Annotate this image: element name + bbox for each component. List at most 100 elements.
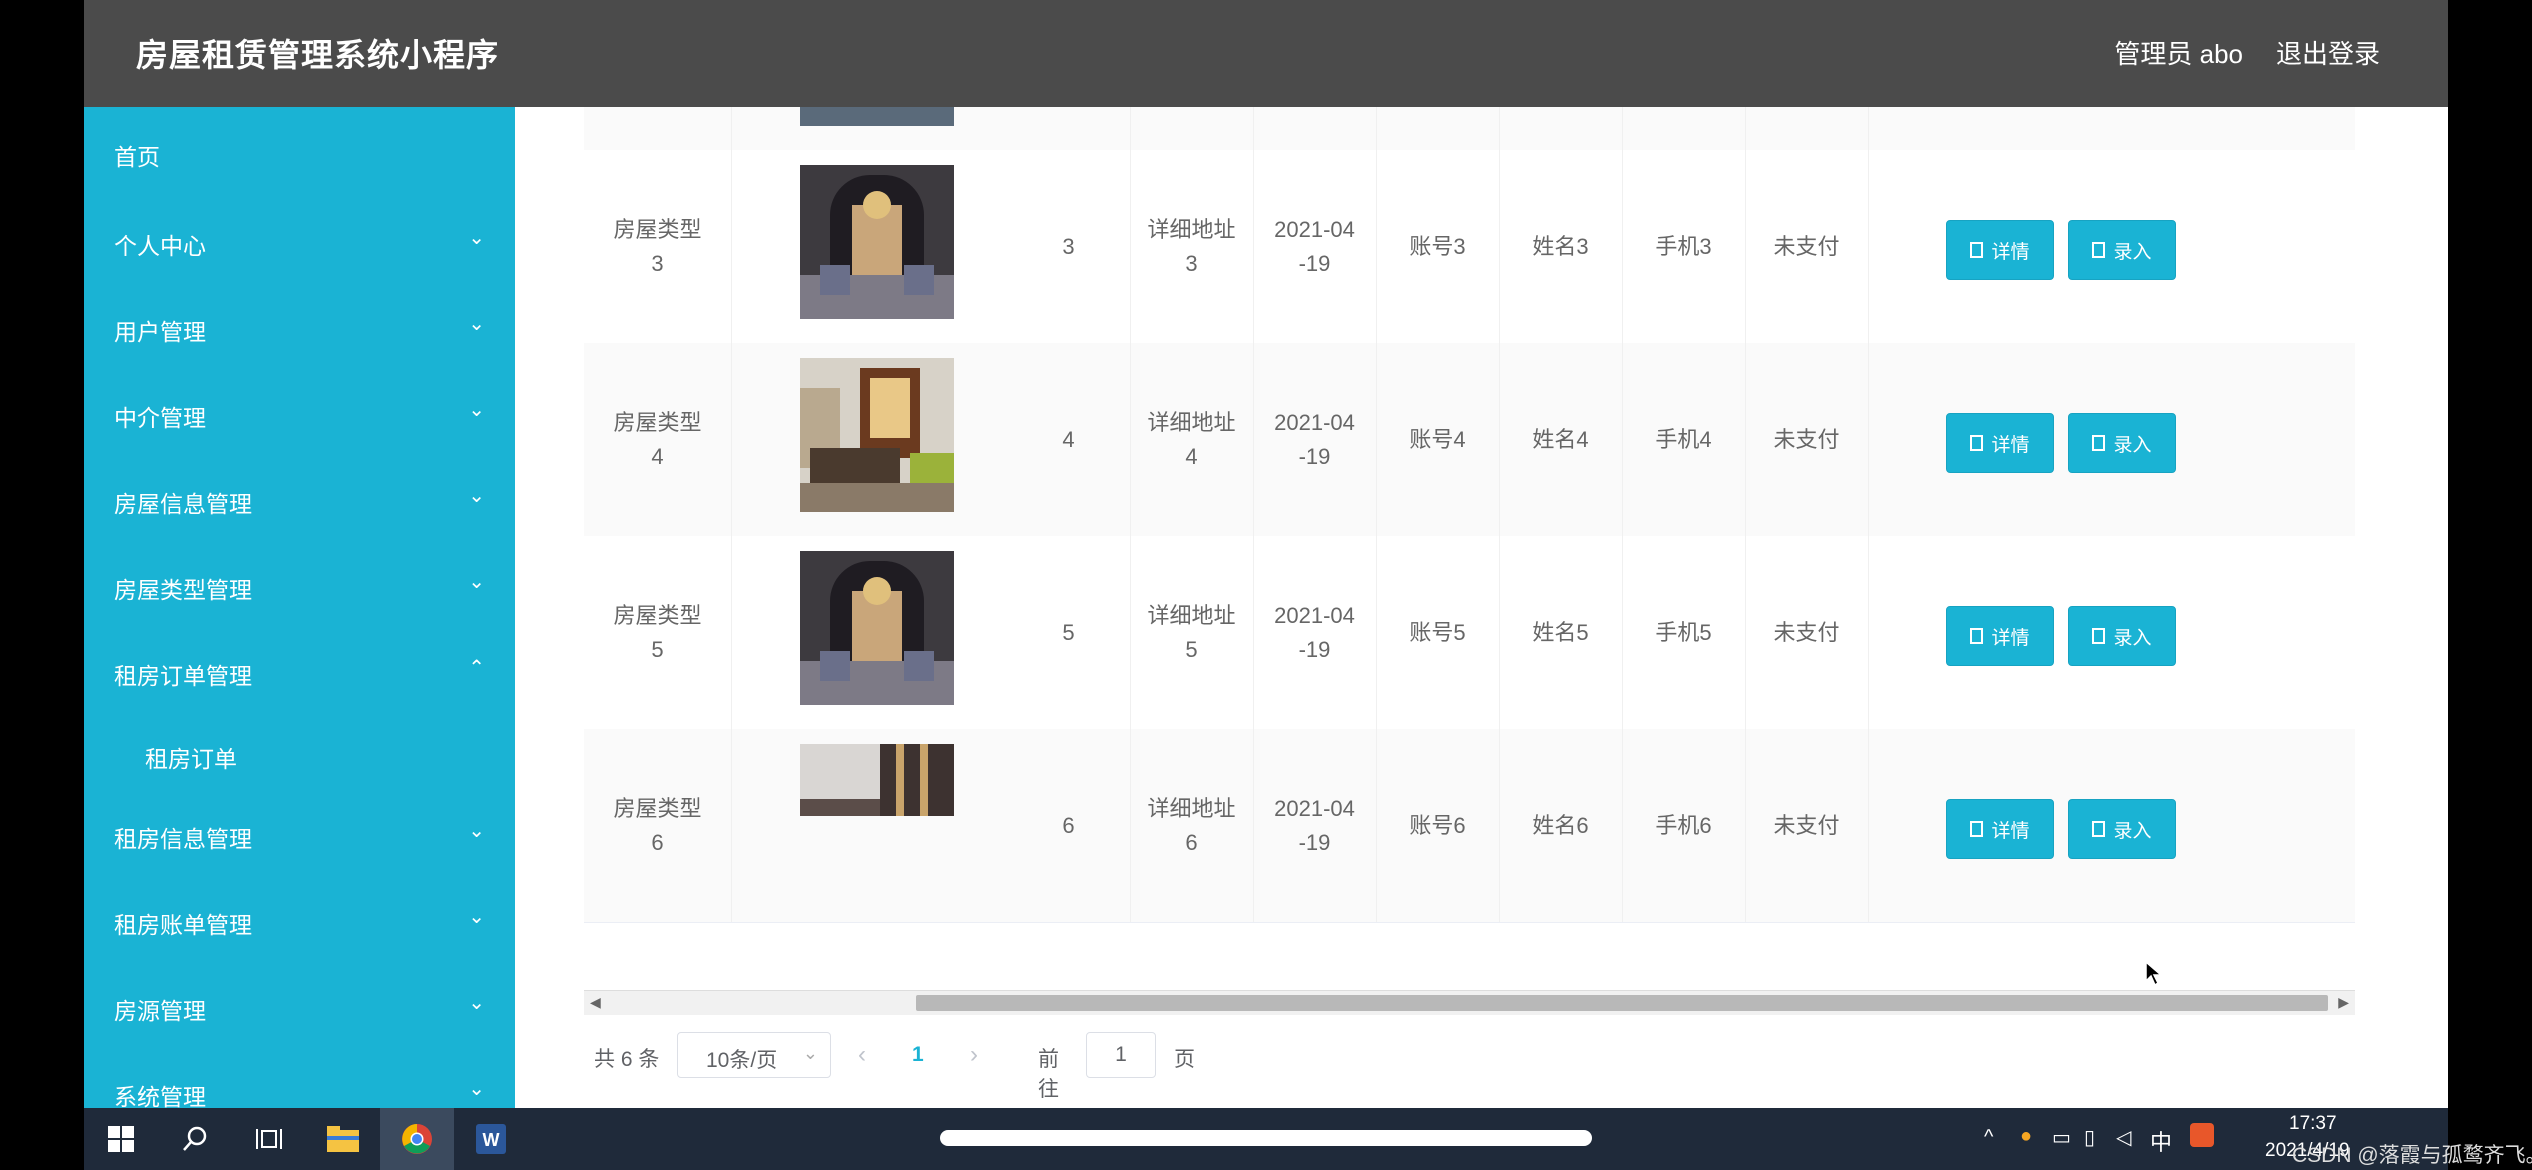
page-number-current[interactable]: 1 [912, 1043, 924, 1067]
volume-icon[interactable]: ◁ [2116, 1125, 2131, 1150]
sidebar-item[interactable]: 租房信息管理 ⌄ [84, 804, 515, 864]
scroll-right-icon[interactable]: ▶ [2338, 994, 2349, 1011]
gesture-bar[interactable] [940, 1130, 1592, 1146]
svg-text:W: W [483, 1130, 500, 1150]
id-cell: 6 [1007, 729, 1131, 922]
folder-icon [327, 1126, 359, 1152]
name-cell: 姓名6 [1499, 729, 1623, 922]
sidebar-item[interactable]: 系统管理 ⌄ [84, 1062, 515, 1108]
document-icon [1970, 435, 1984, 451]
entry-button[interactable]: 录入 [2068, 413, 2176, 473]
prev-page-icon[interactable]: ‹ [858, 1041, 866, 1069]
date-cell: 2021-04 -19 [1253, 343, 1377, 536]
chevron-down-icon: ⌄ [468, 485, 485, 507]
account-cell: 账号4 [1376, 343, 1500, 536]
sidebar-item-label: 租房订单管理 [114, 663, 252, 689]
horizontal-scrollbar[interactable]: ◀ ▶ [584, 990, 2355, 1015]
sidebar-item[interactable]: 房源管理 ⌄ [84, 976, 515, 1036]
word-button[interactable]: W [454, 1108, 528, 1170]
sidebar-item[interactable]: 首页 [84, 122, 515, 182]
watermark: CSDN @落霞与孤鹜齐飞。。 [2292, 1144, 2532, 1167]
sidebar-item-label: 房屋信息管理 [114, 491, 252, 517]
sidebar-item[interactable]: 个人中心 ⌄ [84, 211, 515, 271]
chevron-down-icon: ⌄ [468, 1078, 485, 1100]
app-window: 房屋租赁管理系统小程序 管理员 abo 退出登录 首页个人中心 ⌄ 用户管理 ⌄ 中介管… [84, 0, 2448, 1108]
search-icon [183, 1126, 207, 1151]
app-tray-icon[interactable] [2190, 1123, 2214, 1147]
sidebar-item[interactable]: 房屋类型管理 ⌄ [84, 555, 515, 615]
chrome-button[interactable] [380, 1108, 454, 1170]
top-bar: 房屋租赁管理系统小程序 管理员 abo 退出登录 [84, 0, 2448, 107]
status-cell: 未支付 [1745, 343, 1869, 536]
entry-button[interactable]: 录入 [2068, 606, 2176, 666]
goto-page-input[interactable] [1086, 1032, 1156, 1078]
name-cell: 姓名2 [1499, 107, 1623, 150]
address-cell: 详细地址 6 [1130, 729, 1254, 922]
phone-cell: 手机2 [1622, 107, 1746, 150]
sidebar-item-label: 租房信息管理 [114, 826, 252, 852]
address-cell: 详细地址 4 [1130, 343, 1254, 536]
detail-button[interactable]: 详情 [1946, 220, 2054, 280]
status-cell: 未支付 [1745, 729, 1869, 922]
house-type-cell: 房屋类型 3 [584, 150, 732, 343]
table-row: 房屋类型 4 4 详细地址 4 2021-04 -19 账号4 姓名4 手机4 未支付 详情 录入 [584, 343, 2355, 537]
search-button[interactable] [158, 1108, 232, 1170]
table-row: 房屋类型 3 3 详细地址 3 2021-04 -19 账号3 姓名3 手机3 未支付 详情 录入 [584, 150, 2355, 344]
name-cell: 姓名5 [1499, 536, 1623, 729]
task-view-button[interactable] [232, 1108, 306, 1170]
phone-cell: 手机3 [1622, 150, 1746, 343]
sidebar-item[interactable]: 中介管理 ⌄ [84, 383, 515, 443]
room-photo [800, 107, 954, 126]
logout-link[interactable]: 退出登录 [2276, 34, 2380, 71]
chevron-down-icon: ⌄ [468, 906, 485, 928]
sidebar-item[interactable]: 用户管理 ⌄ [84, 297, 515, 357]
sidebar-item[interactable]: 租房订单管理 ⌃ [84, 641, 515, 701]
id-cell: 4 [1007, 343, 1131, 536]
next-page-icon[interactable]: › [970, 1041, 978, 1069]
document-icon [2092, 821, 2106, 837]
entry-button-label: 录入 [2113, 627, 2152, 649]
detail-button[interactable]: 详情 [1946, 413, 2054, 473]
mouse-cursor-icon [2145, 961, 2163, 987]
main-content: 房屋类型 22详细地址 22021-04 -19账号2姓名2手机2未支付详情录入… [515, 107, 2448, 1108]
address-cell: 详细地址 2 [1130, 107, 1254, 150]
start-button[interactable] [84, 1108, 158, 1170]
file-explorer-button[interactable] [306, 1108, 380, 1170]
network-icon[interactable]: ▯ [2084, 1125, 2095, 1150]
sidebar-item-label: 房源管理 [114, 998, 206, 1024]
sidebar-item[interactable]: 租房订单 [84, 724, 515, 784]
house-type-cell: 房屋类型 4 [584, 343, 732, 536]
sidebar-item-label: 租房账单管理 [114, 912, 252, 938]
detail-button-label: 详情 [1991, 241, 2030, 263]
document-icon [2092, 435, 2106, 451]
page-size-value: 10条/页 [706, 1049, 778, 1072]
chevron-up-icon: ⌃ [468, 657, 485, 679]
detail-button-label: 详情 [1991, 627, 2030, 649]
sidebar-item-label: 租房订单 [145, 746, 237, 772]
table-row: 房屋类型 6 6 详细地址 6 2021-04 -19 账号6 姓名6 手机6 未支付 详情 录入 [584, 729, 2355, 923]
detail-button[interactable]: 详情 [1946, 606, 2054, 666]
battery-icon[interactable]: ▭ [2052, 1125, 2071, 1150]
date-cell: 2021-04 -19 [1253, 107, 1377, 150]
qq-icon[interactable]: ● [2020, 1125, 2032, 1148]
table-row: 房屋类型 22详细地址 22021-04 -19账号2姓名2手机2未支付详情录入 [584, 107, 2355, 151]
word-icon: W [476, 1124, 506, 1154]
house-type-cell: 房屋类型 2 [584, 107, 732, 150]
status-cell: 未支付 [1745, 107, 1869, 150]
chevron-down-icon: ⌄ [468, 399, 485, 421]
horizontal-scroll-thumb[interactable] [916, 995, 2328, 1011]
account-cell: 账号5 [1376, 536, 1500, 729]
page-size-select[interactable]: 10条/页 ⌄ [677, 1032, 831, 1078]
sidebar-item[interactable]: 租房账单管理 ⌄ [84, 890, 515, 950]
room-photo [800, 358, 954, 512]
detail-button[interactable]: 详情 [1946, 799, 2054, 859]
id-cell: 5 [1007, 536, 1131, 729]
document-icon [2092, 242, 2106, 258]
entry-button[interactable]: 录入 [2068, 799, 2176, 859]
document-icon [1970, 821, 1984, 837]
ime-indicator[interactable]: 中 [2150, 1125, 2172, 1157]
chevron-up-icon[interactable]: ^ [1984, 1126, 1993, 1149]
scroll-left-icon[interactable]: ◀ [590, 994, 601, 1011]
sidebar-item[interactable]: 房屋信息管理 ⌄ [84, 469, 515, 529]
entry-button[interactable]: 录入 [2068, 220, 2176, 280]
